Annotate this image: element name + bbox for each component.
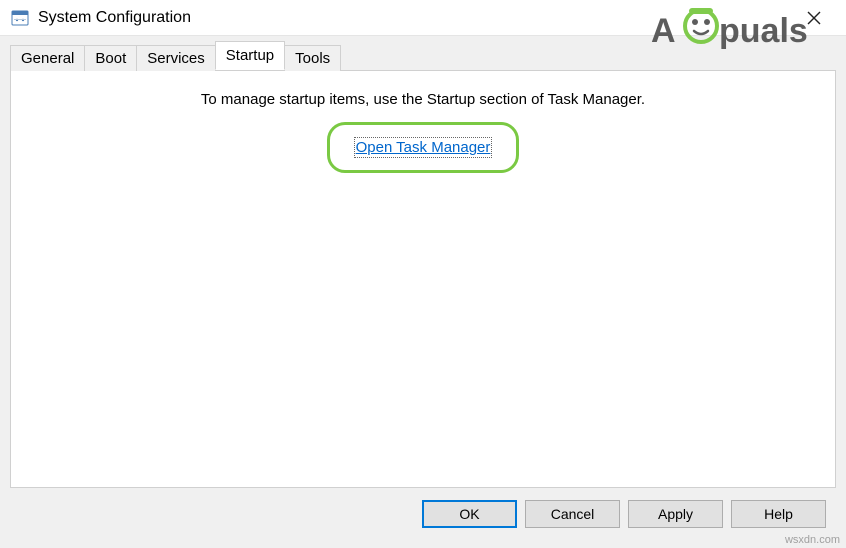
- tab-startup[interactable]: Startup: [215, 41, 285, 70]
- msconfig-icon: [10, 8, 30, 28]
- svg-text:A: A: [651, 12, 676, 50]
- startup-tab-panel: To manage startup items, use the Startup…: [10, 70, 836, 488]
- tab-boot[interactable]: Boot: [84, 45, 137, 71]
- highlight-ring: Open Task Manager: [327, 122, 520, 173]
- watermark-logo: A puals: [651, 4, 841, 57]
- tab-tools[interactable]: Tools: [284, 45, 341, 71]
- tab-general[interactable]: General: [10, 45, 85, 71]
- startup-instruction-text: To manage startup items, use the Startup…: [11, 91, 835, 108]
- ok-button[interactable]: OK: [422, 500, 517, 528]
- apply-button[interactable]: Apply: [628, 500, 723, 528]
- tab-services[interactable]: Services: [136, 45, 216, 71]
- svg-text:puals: puals: [719, 12, 808, 50]
- cancel-button[interactable]: Cancel: [525, 500, 620, 528]
- open-task-manager-link[interactable]: Open Task Manager: [356, 139, 491, 156]
- help-button[interactable]: Help: [731, 500, 826, 528]
- dialog-button-row: OK Cancel Apply Help: [10, 488, 836, 528]
- window-title: System Configuration: [38, 9, 191, 27]
- dialog-content: General Boot Services Startup Tools To m…: [0, 36, 846, 528]
- source-caption: wsxdn.com: [785, 534, 840, 546]
